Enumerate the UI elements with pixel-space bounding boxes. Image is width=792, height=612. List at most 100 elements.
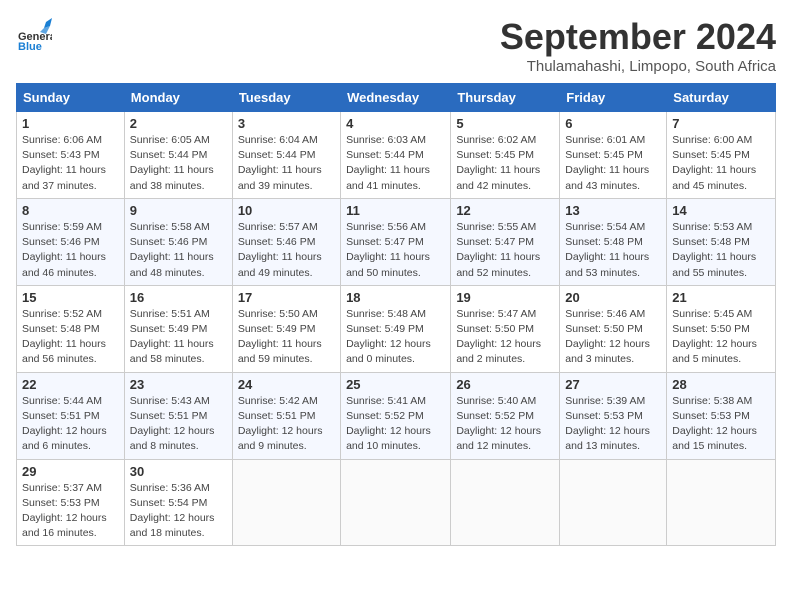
day-number: 10 — [238, 203, 335, 218]
day-number: 2 — [130, 116, 227, 131]
day-number: 17 — [238, 290, 335, 305]
calendar-cell: 6 Sunrise: 6:01 AMSunset: 5:45 PMDaylight… — [560, 112, 667, 199]
day-number: 6 — [565, 116, 661, 131]
calendar-cell: 8Sunrise: 5:59 AMSunset: 5:46 PMDaylight… — [17, 198, 125, 285]
day-info: Sunrise: 5:45 AMSunset: 5:50 PMDaylight:… — [672, 307, 770, 368]
day-number: 28 — [672, 377, 770, 392]
logo-icon: General Blue — [16, 16, 52, 52]
calendar-cell: 2 Sunrise: 6:05 AMSunset: 5:44 PMDaylight… — [124, 112, 232, 199]
day-info: Sunrise: 5:57 AMSunset: 5:46 PMDaylight:… — [238, 220, 335, 281]
title-section: September 2024 Thulamahashi, Limpopo, So… — [500, 16, 776, 75]
calendar-header-row: SundayMondayTuesdayWednesdayThursdayFrid… — [17, 84, 776, 112]
day-info: Sunrise: 5:37 AMSunset: 5:53 PMDaylight:… — [22, 481, 119, 542]
logo: General Blue — [16, 16, 52, 52]
svg-text:Blue: Blue — [18, 41, 42, 52]
weekday-header-tuesday: Tuesday — [232, 84, 340, 112]
day-info: Sunrise: 5:36 AMSunset: 5:54 PMDaylight:… — [130, 481, 227, 542]
day-number: 7 — [672, 116, 770, 131]
day-info: Sunrise: 5:46 AMSunset: 5:50 PMDaylight:… — [565, 307, 661, 368]
day-info: Sunrise: 5:44 AMSunset: 5:51 PMDaylight:… — [22, 394, 119, 455]
day-number: 29 — [22, 464, 119, 479]
day-info: Sunrise: 5:50 AMSunset: 5:49 PMDaylight:… — [238, 307, 335, 368]
weekday-header-sunday: Sunday — [17, 84, 125, 112]
day-info: Sunrise: 5:43 AMSunset: 5:51 PMDaylight:… — [130, 394, 227, 455]
day-info: Sunrise: 5:56 AMSunset: 5:47 PMDaylight:… — [346, 220, 445, 281]
weekday-header-wednesday: Wednesday — [341, 84, 451, 112]
calendar-cell: 24 Sunrise: 5:42 AMSunset: 5:51 PMDayligh… — [232, 372, 340, 459]
calendar-cell: 3Sunrise: 6:04 AMSunset: 5:44 PMDaylight… — [232, 112, 340, 199]
calendar-cell: 21 Sunrise: 5:45 AMSunset: 5:50 PMDayligh… — [667, 285, 776, 372]
calendar-cell: 10 Sunrise: 5:57 AMSunset: 5:46 PMDayligh… — [232, 198, 340, 285]
calendar-cell: 27Sunrise: 5:39 AMSunset: 5:53 PMDayligh… — [560, 372, 667, 459]
day-number: 30 — [130, 464, 227, 479]
calendar-table: SundayMondayTuesdayWednesdayThursdayFrid… — [16, 83, 776, 546]
calendar-week-row: 15 Sunrise: 5:52 AMSunset: 5:48 PMDayligh… — [17, 285, 776, 372]
day-number: 19 — [456, 290, 554, 305]
calendar-week-row: 22 Sunrise: 5:44 AMSunset: 5:51 PMDayligh… — [17, 372, 776, 459]
day-info: Sunrise: 5:47 AMSunset: 5:50 PMDaylight:… — [456, 307, 554, 368]
day-number: 3 — [238, 116, 335, 131]
calendar-week-row: 8Sunrise: 5:59 AMSunset: 5:46 PMDaylight… — [17, 198, 776, 285]
day-info: Sunrise: 6:06 AMSunset: 5:43 PMDaylight:… — [22, 133, 119, 194]
calendar-cell: 7Sunrise: 6:00 AMSunset: 5:45 PMDaylight… — [667, 112, 776, 199]
weekday-header-monday: Monday — [124, 84, 232, 112]
calendar-week-row: 1 Sunrise: 6:06 AMSunset: 5:43 PMDaylight… — [17, 112, 776, 199]
calendar-cell: 25 Sunrise: 5:41 AMSunset: 5:52 PMDayligh… — [341, 372, 451, 459]
calendar-cell: 18Sunrise: 5:48 AMSunset: 5:49 PMDayligh… — [341, 285, 451, 372]
calendar-cell: 26Sunrise: 5:40 AMSunset: 5:52 PMDayligh… — [451, 372, 560, 459]
day-info: Sunrise: 6:01 AMSunset: 5:45 PMDaylight:… — [565, 133, 661, 194]
day-info: Sunrise: 5:48 AMSunset: 5:49 PMDaylight:… — [346, 307, 445, 368]
weekday-header-friday: Friday — [560, 84, 667, 112]
calendar-cell — [451, 459, 560, 546]
day-number: 23 — [130, 377, 227, 392]
calendar-cell — [667, 459, 776, 546]
location: Thulamahashi, Limpopo, South Africa — [500, 58, 776, 75]
day-number: 22 — [22, 377, 119, 392]
day-info: Sunrise: 5:53 AMSunset: 5:48 PMDaylight:… — [672, 220, 770, 281]
day-number: 21 — [672, 290, 770, 305]
calendar-cell: 11Sunrise: 5:56 AMSunset: 5:47 PMDayligh… — [341, 198, 451, 285]
calendar-week-row: 29 Sunrise: 5:37 AMSunset: 5:53 PMDayligh… — [17, 459, 776, 546]
calendar-cell: 16Sunrise: 5:51 AMSunset: 5:49 PMDayligh… — [124, 285, 232, 372]
day-number: 14 — [672, 203, 770, 218]
calendar-cell — [232, 459, 340, 546]
calendar-cell: 19 Sunrise: 5:47 AMSunset: 5:50 PMDayligh… — [451, 285, 560, 372]
calendar-cell: 5 Sunrise: 6:02 AMSunset: 5:45 PMDaylight… — [451, 112, 560, 199]
day-info: Sunrise: 5:58 AMSunset: 5:46 PMDaylight:… — [130, 220, 227, 281]
day-number: 5 — [456, 116, 554, 131]
page-header: General Blue September 2024 Thulamahashi… — [16, 16, 776, 75]
day-info: Sunrise: 5:59 AMSunset: 5:46 PMDaylight:… — [22, 220, 119, 281]
day-number: 12 — [456, 203, 554, 218]
calendar-cell: 13Sunrise: 5:54 AMSunset: 5:48 PMDayligh… — [560, 198, 667, 285]
calendar-cell: 28Sunrise: 5:38 AMSunset: 5:53 PMDayligh… — [667, 372, 776, 459]
day-info: Sunrise: 6:05 AMSunset: 5:44 PMDaylight:… — [130, 133, 227, 194]
day-info: Sunrise: 5:42 AMSunset: 5:51 PMDaylight:… — [238, 394, 335, 455]
calendar-cell: 30 Sunrise: 5:36 AMSunset: 5:54 PMDayligh… — [124, 459, 232, 546]
calendar-cell: 12 Sunrise: 5:55 AMSunset: 5:47 PMDayligh… — [451, 198, 560, 285]
day-number: 15 — [22, 290, 119, 305]
day-info: Sunrise: 5:41 AMSunset: 5:52 PMDaylight:… — [346, 394, 445, 455]
day-number: 20 — [565, 290, 661, 305]
day-info: Sunrise: 5:52 AMSunset: 5:48 PMDaylight:… — [22, 307, 119, 368]
calendar-cell — [560, 459, 667, 546]
day-number: 9 — [130, 203, 227, 218]
day-info: Sunrise: 5:55 AMSunset: 5:47 PMDaylight:… — [456, 220, 554, 281]
calendar-cell: 22 Sunrise: 5:44 AMSunset: 5:51 PMDayligh… — [17, 372, 125, 459]
day-number: 24 — [238, 377, 335, 392]
calendar-cell: 23 Sunrise: 5:43 AMSunset: 5:51 PMDayligh… — [124, 372, 232, 459]
day-info: Sunrise: 5:54 AMSunset: 5:48 PMDaylight:… — [565, 220, 661, 281]
day-number: 27 — [565, 377, 661, 392]
calendar-cell: 4Sunrise: 6:03 AMSunset: 5:44 PMDaylight… — [341, 112, 451, 199]
weekday-header-thursday: Thursday — [451, 84, 560, 112]
month-title: September 2024 — [500, 16, 776, 58]
day-number: 1 — [22, 116, 119, 131]
day-number: 25 — [346, 377, 445, 392]
day-number: 4 — [346, 116, 445, 131]
calendar-cell: 9 Sunrise: 5:58 AMSunset: 5:46 PMDaylight… — [124, 198, 232, 285]
calendar-cell: 17 Sunrise: 5:50 AMSunset: 5:49 PMDayligh… — [232, 285, 340, 372]
day-info: Sunrise: 6:02 AMSunset: 5:45 PMDaylight:… — [456, 133, 554, 194]
day-info: Sunrise: 5:40 AMSunset: 5:52 PMDaylight:… — [456, 394, 554, 455]
day-number: 16 — [130, 290, 227, 305]
weekday-header-saturday: Saturday — [667, 84, 776, 112]
calendar-cell: 1 Sunrise: 6:06 AMSunset: 5:43 PMDaylight… — [17, 112, 125, 199]
